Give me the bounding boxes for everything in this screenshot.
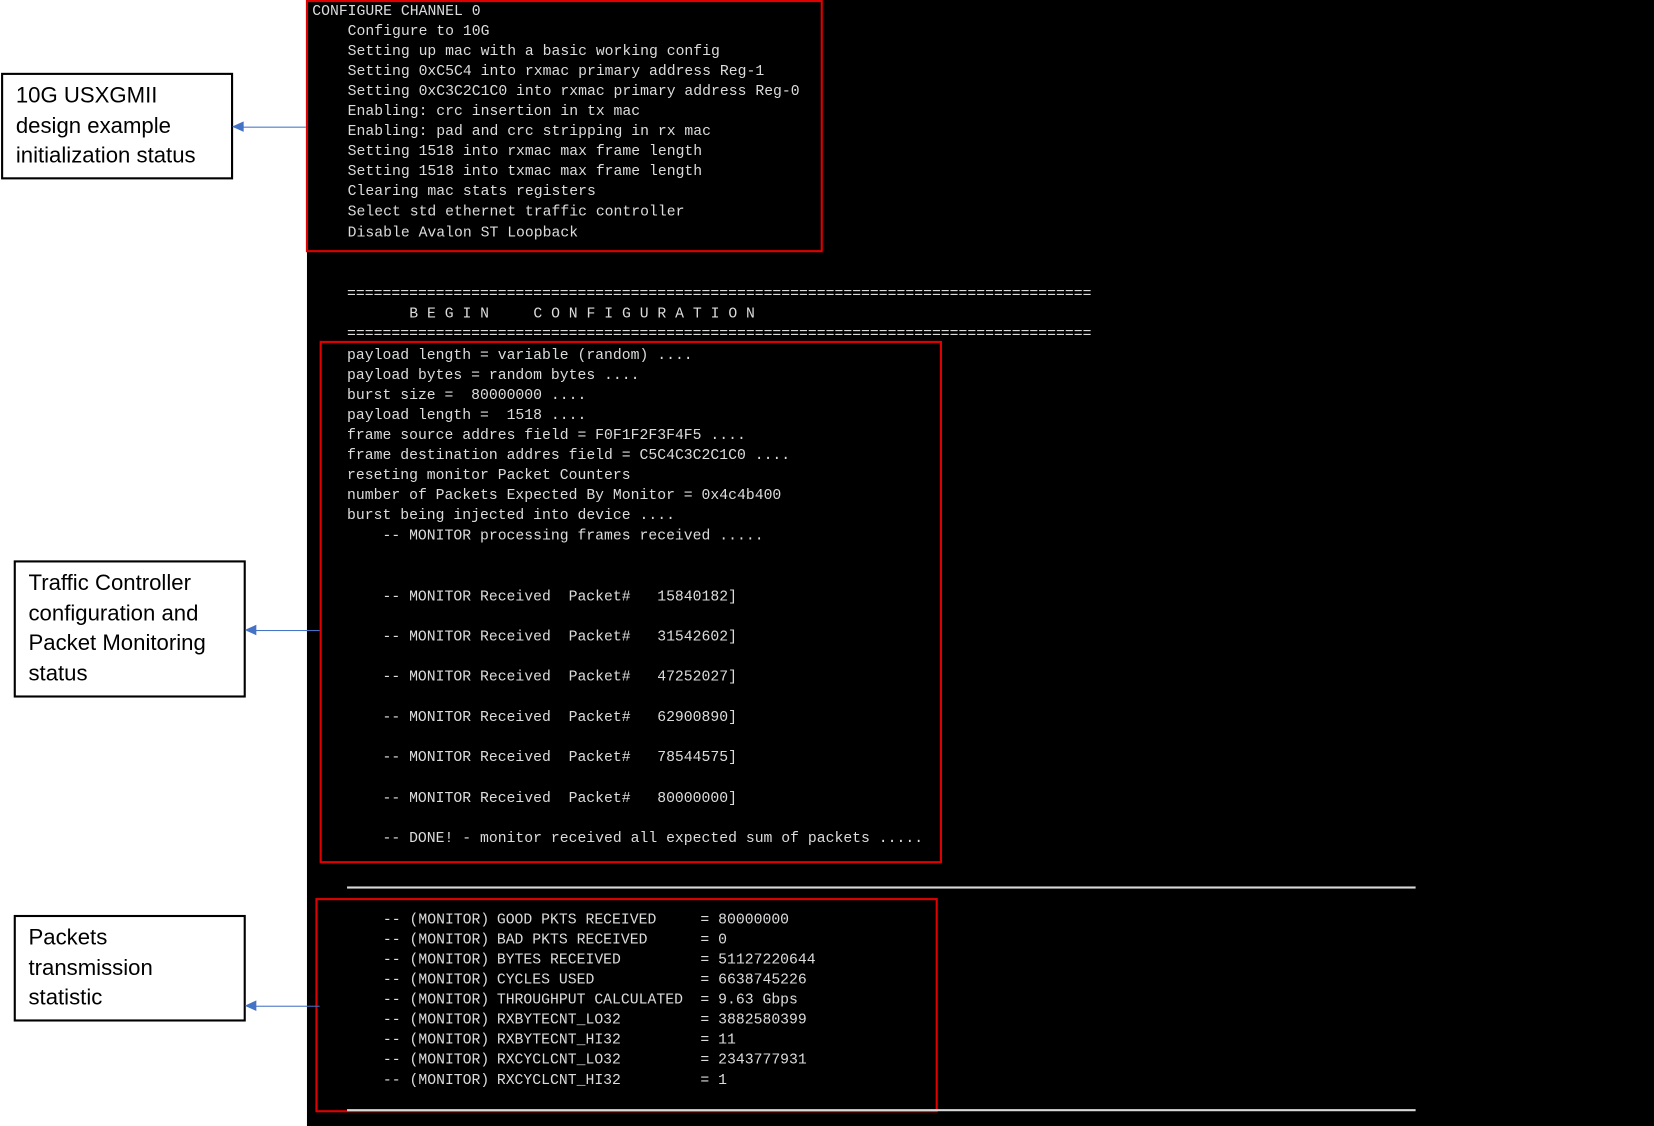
config-banner: ========================================…: [347, 284, 1091, 344]
annotation-text: status: [28, 661, 88, 686]
arrow-left-icon: [244, 1000, 320, 1011]
annotation-text: transmission: [28, 955, 153, 980]
annotation-text: Packets: [28, 925, 108, 950]
annotation-text: 10G USXGMII: [15, 83, 158, 108]
banner-rule: ========================================…: [347, 285, 1092, 303]
config-highlight-box: [319, 340, 942, 864]
annotation-stats: Packets transmission statistic: [13, 914, 246, 1022]
annotation-text: Traffic Controller: [28, 570, 191, 596]
annotation-text: Packet Monitoring: [28, 631, 206, 656]
annotation-traffic: Traffic Controller configuration and Pac…: [13, 560, 246, 698]
annotation-text: configuration and: [28, 600, 199, 626]
arrow-left-icon: [244, 624, 320, 636]
banner-heading: B E G I N C O N F I G U R A T I O N: [409, 305, 755, 323]
annotation-init: 10G USXGMII design example initializatio…: [1, 72, 234, 180]
annotated-screenshot: CONFIGURE CHANNEL 0 Configure to 10G Set…: [0, 0, 1654, 1126]
annotation-text: statistic: [28, 985, 103, 1010]
init-highlight-box: [305, 0, 823, 253]
annotation-text: design example: [15, 113, 171, 138]
arrow-left-icon: [232, 121, 306, 132]
stats-highlight-box: [315, 898, 938, 1113]
separator-line: [347, 886, 1416, 889]
annotation-text: initialization status: [15, 143, 196, 168]
separator-line: [347, 1109, 1416, 1112]
